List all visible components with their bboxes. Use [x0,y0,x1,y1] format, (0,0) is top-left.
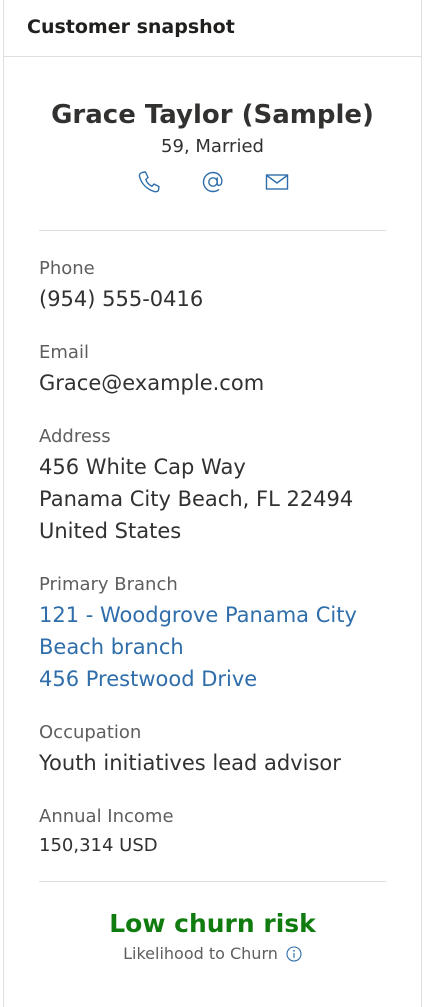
primary-branch-field: Primary Branch 121 - Woodgrove Panama Ci… [39,573,421,695]
churn-risk-section: Low churn risk Likelihood to Churn [4,882,421,963]
info-icon [286,945,302,962]
churn-risk-subtitle-text: Likelihood to Churn [123,944,278,963]
email-at-button[interactable] [200,169,226,195]
email-value: Grace@example.com [39,371,265,395]
branch-name-line-1: 121 - Woodgrove Panama City [39,603,357,627]
phone-field: Phone (954) 555-0416 [39,257,421,315]
send-message-button[interactable] [264,169,290,195]
email-label: Email [39,342,89,363]
customer-snapshot-card: Customer snapshot Grace Taylor (Sample) … [3,0,422,1007]
occupation-field: Occupation Youth initiatives lead adviso… [39,721,421,779]
occupation-label: Occupation [39,722,142,743]
branch-name-line-2: Beach branch [39,635,184,659]
address-line-1: 456 White Cap Way [39,455,246,479]
address-label: Address [39,426,111,447]
call-button[interactable] [136,169,162,195]
customer-details: Phone (954) 555-0416 Email Grace@example… [4,231,421,859]
churn-risk-title: Low churn risk [109,909,316,938]
customer-age-status: 59, Married [161,136,264,157]
occupation-value: Youth initiatives lead advisor [39,751,341,775]
address-field: Address 456 White Cap Way Panama City Be… [39,425,421,547]
address-value: 456 White Cap Way Panama City Beach, FL … [39,451,421,547]
card-title: Customer snapshot [27,16,235,38]
contact-actions [4,169,421,195]
phone-icon [138,171,160,193]
customer-name: Grace Taylor (Sample) [51,100,374,130]
branch-name-link[interactable]: 121 - Woodgrove Panama City Beach branch [39,599,421,663]
customer-profile: Grace Taylor (Sample) 59, Married [4,57,421,195]
annual-income-label: Annual Income [39,806,174,827]
branch-address-link[interactable]: 456 Prestwood Drive [39,663,421,695]
card-header: Customer snapshot [4,0,421,57]
phone-label: Phone [39,258,95,279]
at-icon [202,171,223,193]
address-line-3: United States [39,519,182,543]
churn-info-button[interactable] [286,945,302,962]
primary-branch-label: Primary Branch [39,574,178,595]
annual-income-value: 150,314 USD [39,835,158,856]
email-field: Email Grace@example.com [39,341,421,399]
address-line-2: Panama City Beach, FL 22494 [39,487,354,511]
phone-value: (954) 555-0416 [39,287,204,311]
annual-income-field: Annual Income 150,314 USD [39,805,421,859]
primary-branch-value: 121 - Woodgrove Panama City Beach branch… [39,599,421,695]
mail-icon [265,174,288,190]
churn-risk-subtitle: Likelihood to Churn [4,944,421,963]
